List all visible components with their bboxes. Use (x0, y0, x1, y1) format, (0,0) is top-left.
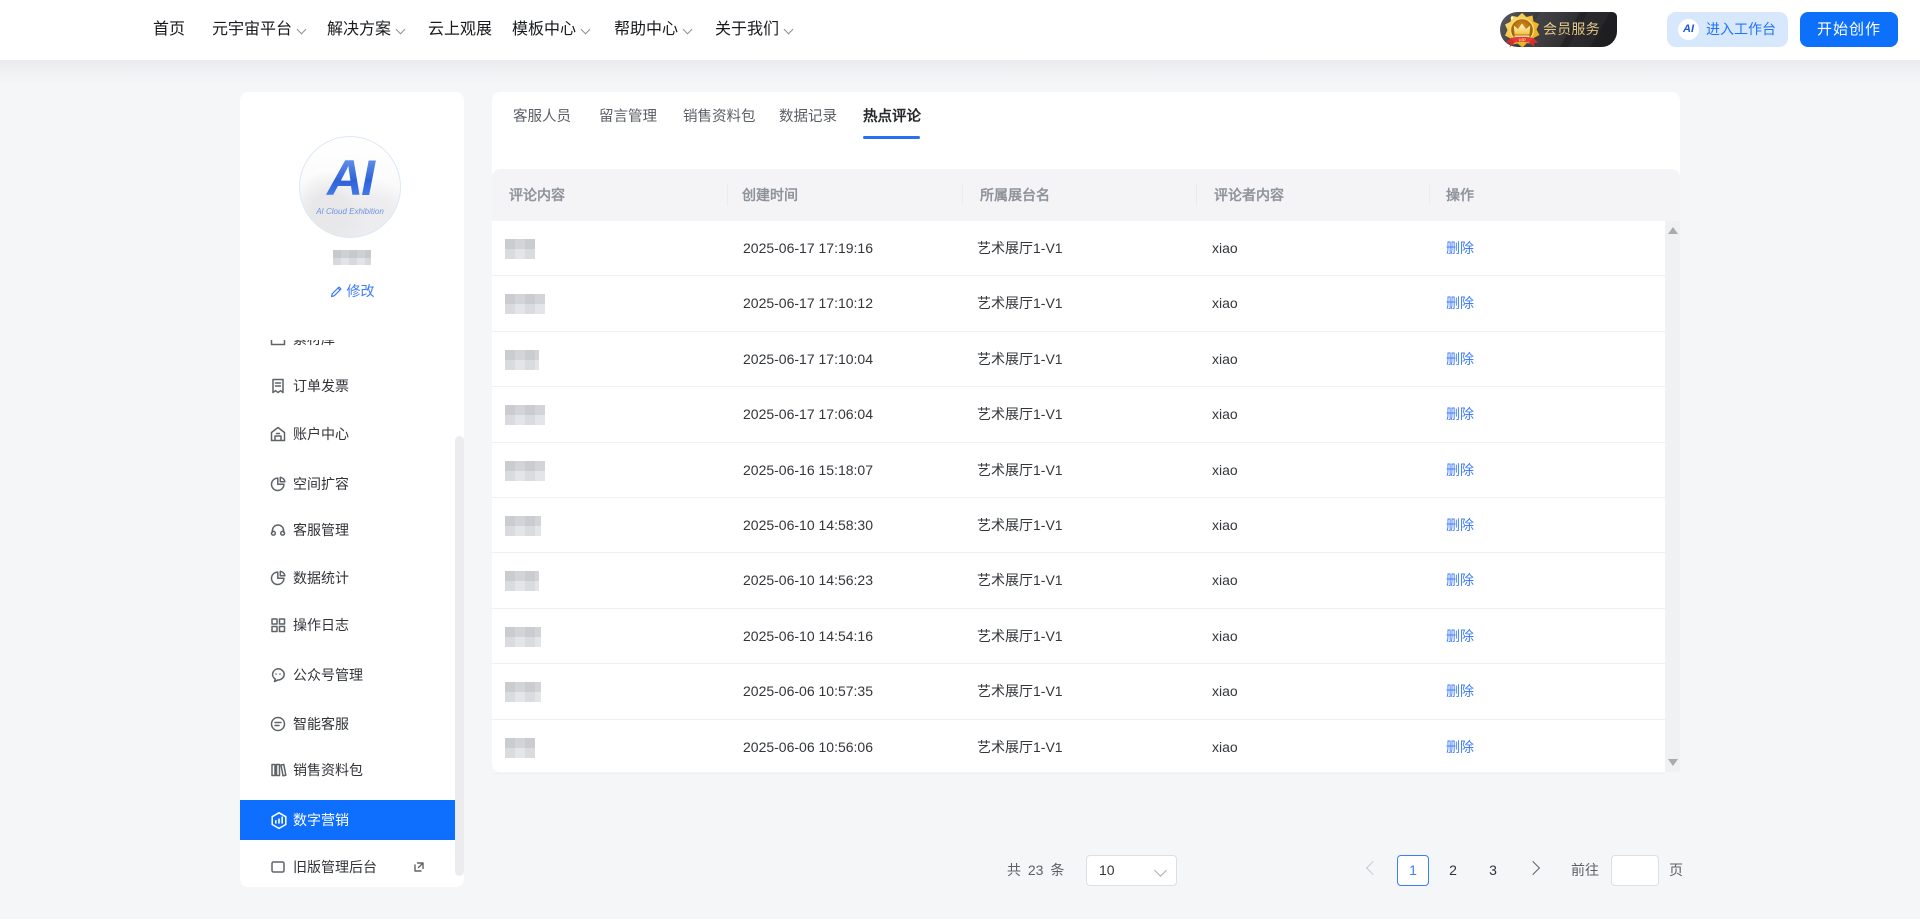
svg-text:VIP: VIP (1518, 37, 1526, 42)
